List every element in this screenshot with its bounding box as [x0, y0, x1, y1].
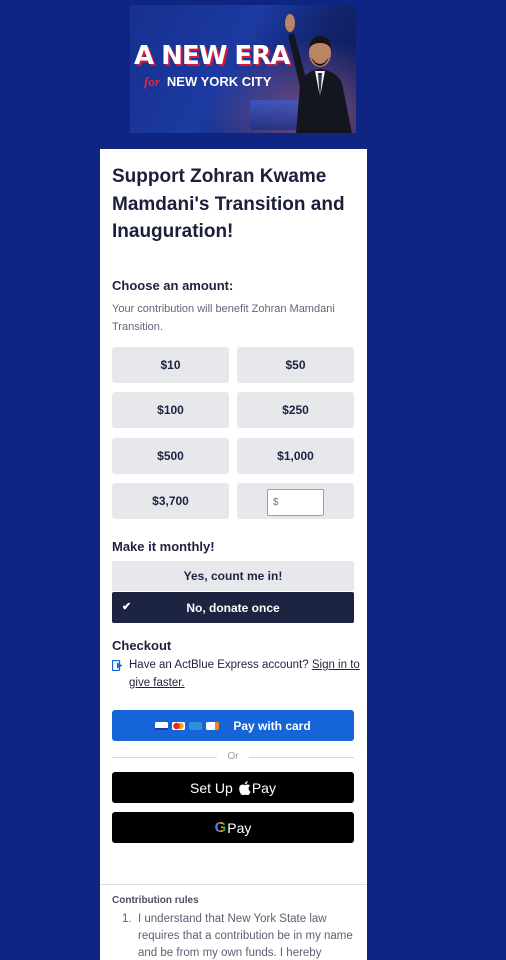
google-g-icon: G [214, 819, 227, 836]
discover-icon [206, 721, 220, 730]
amount-button-500[interactable]: $500 [112, 438, 229, 474]
amount-button-50[interactable]: $50 [237, 347, 354, 383]
rule-number: 1. [122, 913, 132, 925]
apple-logo-icon [239, 780, 251, 795]
pay-with-card-button[interactable]: Pay with card [112, 710, 354, 741]
section-divider [100, 884, 367, 885]
google-pay-button[interactable]: G Pay [112, 812, 354, 843]
monthly-no-button[interactable]: ✔ No, donate once [112, 592, 354, 623]
custom-amount-input[interactable] [267, 489, 324, 516]
amount-button-250[interactable]: $250 [237, 392, 354, 428]
amex-icon [189, 721, 203, 730]
amount-button-3700[interactable]: $3,700 [112, 483, 229, 519]
rule-text: I understand that New York State law req… [138, 913, 353, 959]
amount-button-1000[interactable]: $1,000 [237, 438, 354, 474]
apple-pay-button[interactable]: Set Up Pay [112, 772, 354, 803]
mastercard-icon [172, 721, 186, 730]
express-signin: Have an ActBlue Express account? Sign in… [129, 657, 361, 692]
monthly-yes-button[interactable]: Yes, count me in! [112, 561, 354, 591]
checkout-heading: Checkout [112, 638, 172, 653]
apple-pay-label: Pay [251, 779, 276, 796]
actblue-express-icon [112, 660, 123, 671]
benefit-text: Your contribution will benefit Zohran Ma… [112, 303, 335, 333]
amount-heading: Choose an amount: [112, 278, 234, 293]
banner-for-word: for [144, 74, 160, 89]
or-label: Or [227, 751, 239, 762]
rule-item: 1. I understand that New York State law … [122, 911, 360, 960]
banner-title: A NEW ERA [134, 41, 290, 71]
card-brands [155, 721, 220, 730]
google-pay-label: Pay [227, 819, 252, 836]
checkmark-icon: ✔ [122, 601, 132, 613]
donation-form: Support Zohran Kwame Mamdani's Transitio… [100, 149, 367, 960]
monthly-no-label: No, donate once [186, 600, 280, 615]
express-text: Have an ActBlue Express account? [129, 659, 309, 671]
amount-button-100[interactable]: $100 [112, 392, 229, 428]
rules-heading: Contribution rules [112, 895, 199, 906]
banner-city: NEW YORK CITY [166, 74, 272, 89]
pay-with-card-label: Pay with card [233, 718, 311, 733]
page-title: Support Zohran Kwame Mamdani's Transitio… [112, 166, 345, 242]
or-divider: Or [112, 750, 354, 764]
apple-pay-prefix: Set Up [190, 779, 233, 796]
monthly-heading: Make it monthly! [112, 539, 215, 554]
amount-button-10[interactable]: $10 [112, 347, 229, 383]
banner-subtitle: for NEW YORK CITY [144, 74, 271, 90]
visa-icon [155, 721, 169, 730]
campaign-banner: A NEW ERA for NEW YORK CITY [130, 5, 356, 133]
